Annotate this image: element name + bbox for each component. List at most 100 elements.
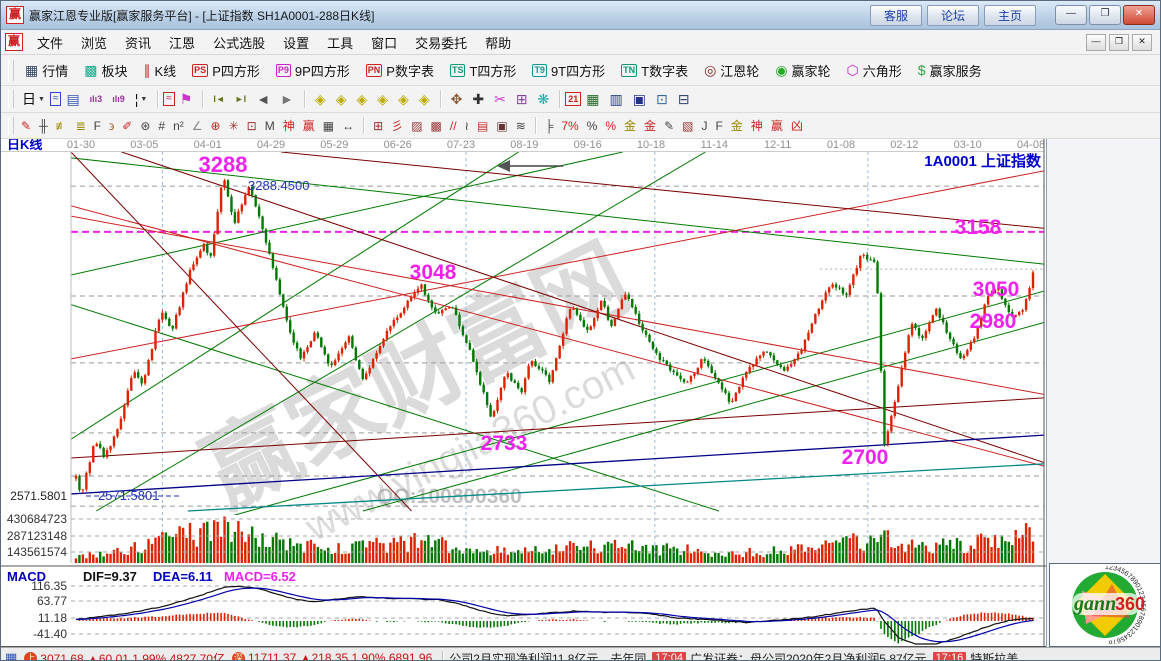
draw-shen-icon[interactable]: 神 [279,120,299,132]
draw-pct-icon[interactable]: % [583,120,602,132]
crosshair-icon[interactable]: ✚ [467,92,489,106]
save-icon[interactable]: ▣ [628,92,651,106]
first-bar-icon[interactable]: I◄ [208,95,229,104]
tool-t-square[interactable]: TST四方形 [442,61,524,80]
trend-wave-icon[interactable]: ≈ [50,92,62,106]
draw-wave5-icon[interactable]: ϶ [105,120,118,132]
draw-zigzag-icon[interactable]: ≀ [461,120,474,132]
shenzhen-quote[interactable]: 11711.37 ▲218.35 1.90% 6891.96 [248,651,432,661]
child-close-button[interactable]: ✕ [1132,34,1152,51]
draw-width-icon[interactable]: ↔ [338,120,358,132]
draw-n2-icon[interactable]: n² [169,120,188,132]
draw-pen-icon[interactable]: ✎ [17,120,35,132]
draw-7pct-icon[interactable]: 7% [557,120,582,132]
draw-ratio-icon[interactable]: ╞ [541,120,558,132]
tool-gann-wheel[interactable]: ◎江恩轮 [696,61,767,80]
calendar-21-icon[interactable]: 21 [565,92,581,106]
draw-shen-slash-icon[interactable]: 神 [747,120,767,132]
tool-9t-square[interactable]: T99T四方形 [524,61,613,80]
last-bar-icon[interactable]: ►I [230,95,251,104]
home-button[interactable]: 主页 [984,5,1036,26]
tool-winner-service[interactable]: $赢家服务 [910,61,990,80]
diamond-center-icon[interactable]: ◈ [393,92,414,106]
draw-dense-grid-icon[interactable]: ▦ [319,120,338,132]
restore-button[interactable]: ❐ [1089,5,1121,25]
tool-sectors[interactable]: ▩板块 [76,61,135,80]
draw-hatch-icon[interactable]: ≋ [512,120,530,132]
sort-flag-icon[interactable]: ⚑ [175,92,198,106]
draw-gold-grid2-icon[interactable]: ≣ [72,120,90,132]
status-grid-icon[interactable]: ▦ [5,650,17,661]
menu-item-资讯[interactable]: 资讯 [116,31,160,54]
draw-grid-icon[interactable]: ╫ [35,120,52,132]
draw-grid-dark-icon[interactable]: ▣ [492,120,511,132]
shanghai-quote[interactable]: 3071.68 ▲60.01 1.99% 4827.70亿 [40,650,225,661]
diamond-shift-left-icon[interactable]: ◈ [310,92,331,106]
draw-brush-icon[interactable]: ✐ [118,120,136,132]
next-bar-icon[interactable]: ► [275,92,299,106]
draw-an-grid-icon[interactable]: ▧ [678,120,697,132]
draw-star-icon[interactable]: ✳ [225,120,243,132]
tool-t-table[interactable]: TNT数字表 [613,61,696,80]
pan-hand-icon[interactable]: ✥ [446,92,468,106]
diamond-compress-icon[interactable]: ◈ [372,92,393,106]
candle-style-dropdown-icon[interactable]: ¦▼ [130,92,153,106]
draw-ying-icon[interactable]: 赢 [299,120,319,132]
draw-box-icon[interactable]: ⊞ [369,120,387,132]
price-chart[interactable]: 赢家财富网www.yingjia360.comQQ:10080036001-30… [1,139,1046,647]
menu-item-浏览[interactable]: 浏览 [72,31,116,54]
menu-item-公式选股[interactable]: 公式选股 [204,31,274,54]
draw-angle-icon[interactable]: ∠ [188,120,207,132]
clipboard-icon[interactable]: ▤ [61,92,84,106]
draw-grid-red-icon[interactable]: ▤ [473,120,492,132]
tool-kline[interactable]: ∥K线 [136,61,185,80]
tool-hexagon[interactable]: ⬡六角形 [839,61,910,80]
draw-f-angle-icon[interactable]: F [711,120,726,132]
draw-target-icon[interactable]: ⊕ [207,120,225,132]
close-button[interactable]: ✕ [1123,5,1155,25]
tool-quotes[interactable]: ▦行情 [17,61,76,80]
net-grid-icon[interactable]: ⊞ [511,92,533,106]
menu-item-设置[interactable]: 设置 [274,31,318,54]
news-ticker-item[interactable]: 公司2月实现净利润11.8亿元，去年同 [449,650,646,661]
draw-slash-icon[interactable]: // [446,120,461,132]
period-day-dropdown-icon[interactable]: 日▼ [17,92,50,106]
tool-p-square[interactable]: PSP四方形 [184,61,268,80]
draw-m-icon[interactable]: M [261,120,279,132]
diamond-grid-icon[interactable]: ◈ [414,92,435,106]
notepad-icon[interactable]: ▥ [605,92,628,106]
child-minimize-button[interactable]: — [1086,34,1106,51]
draw-fill-box2-icon[interactable]: ▩ [427,120,446,132]
draw-pct-red-icon[interactable]: % [601,120,620,132]
diamond-expand-icon[interactable]: ◈ [351,92,372,106]
print-icon[interactable]: ⊟ [673,92,695,106]
draw-gann-wheel-icon[interactable]: ⊛ [136,120,154,132]
draw-gold-slash-icon[interactable]: 金 [727,120,747,132]
bars-9-icon[interactable]: ılı9 [107,95,130,104]
menu-item-江恩[interactable]: 江恩 [160,31,204,54]
calculator-icon[interactable]: ▦ [581,92,604,106]
news-ticker-item[interactable]: 广发证券：母公司2020年2月净利润5.87亿元 [690,650,927,661]
draw-gold-circle-icon[interactable]: 金 [620,120,640,132]
menu-item-文件[interactable]: 文件 [28,31,72,54]
tool-p-table[interactable]: PNP数字表 [358,61,442,80]
measure-icon[interactable]: ✂ [489,92,511,106]
menu-item-工具[interactable]: 工具 [318,31,362,54]
news-ticker-item[interactable]: 特斯拉美 [970,650,1018,661]
copy-icon[interactable]: ⊡ [651,92,673,106]
menu-item-窗口[interactable]: 窗口 [362,31,406,54]
draw-fan-icon[interactable]: 彡 [387,120,407,132]
service-button[interactable]: 客服 [870,5,922,26]
smart-analyse-icon[interactable]: ❋ [533,92,555,106]
draw-box-star-icon[interactable]: ⊡ [243,120,261,132]
forum-button[interactable]: 论坛 [927,5,979,26]
tool-winner-wheel[interactable]: ◉赢家轮 [767,61,838,80]
diamond-shift-right-icon[interactable]: ◈ [331,92,352,106]
draw-j-angle-icon[interactable]: J [697,120,711,132]
draw-f-grid-icon[interactable]: F [90,120,105,132]
draw-gold-line-icon[interactable]: 金 [640,120,660,132]
draw-fill-box-icon[interactable]: ▨ [407,120,426,132]
child-restore-button[interactable]: ❐ [1109,34,1129,51]
tool-9p-square[interactable]: P99P四方形 [268,61,358,80]
draw-gold-grid-icon[interactable]: ≢ [52,120,72,132]
